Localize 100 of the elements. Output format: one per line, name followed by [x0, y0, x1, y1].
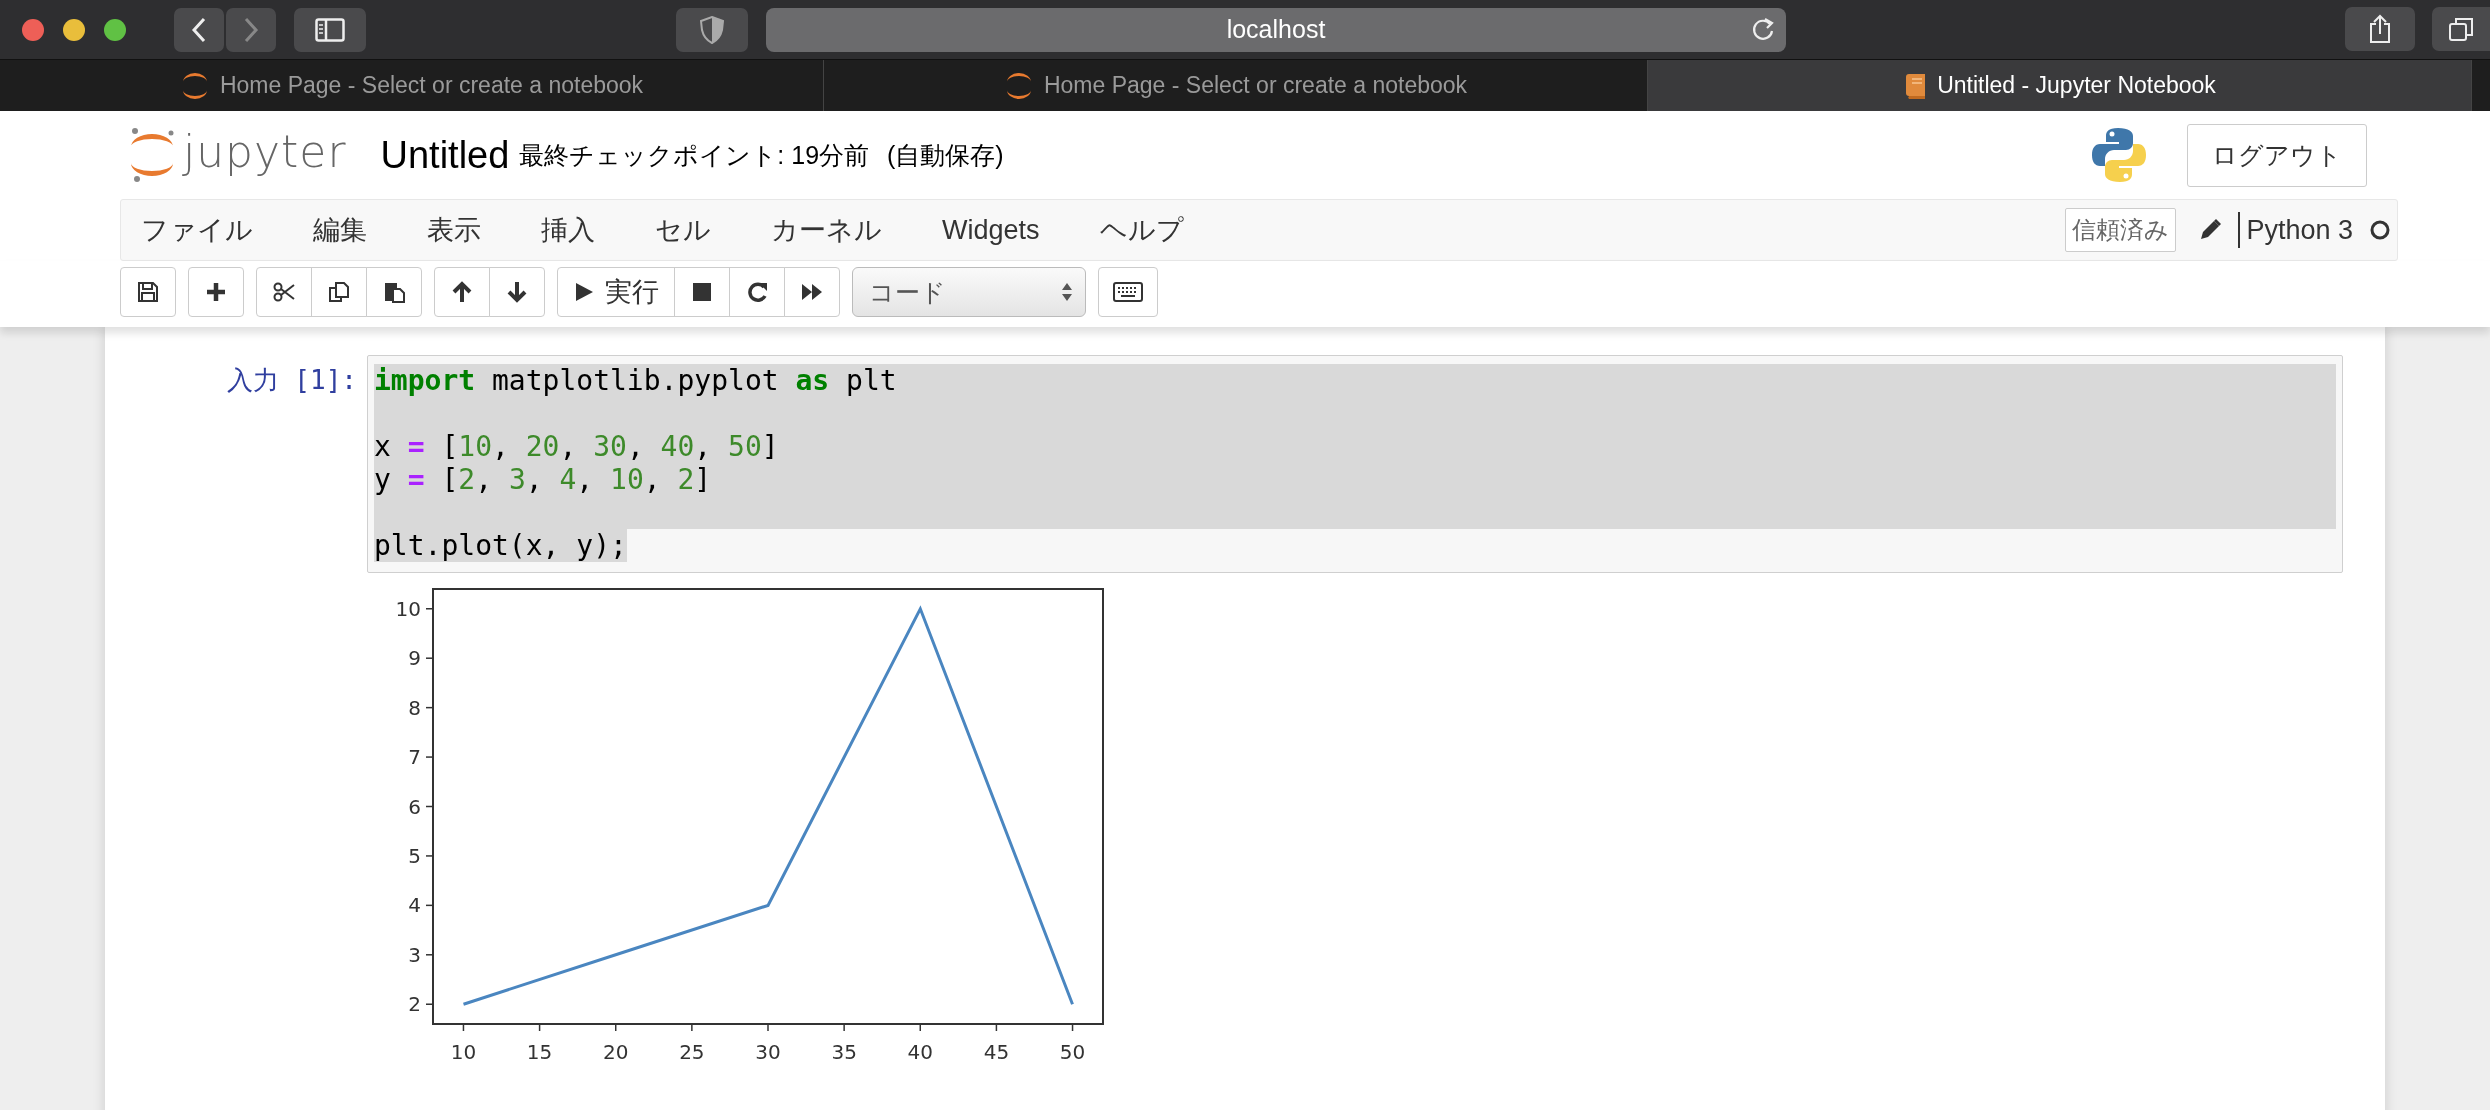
tick-mark	[425, 756, 434, 758]
insert-cell-button[interactable]	[188, 267, 244, 317]
menu-item[interactable]: 挿入	[510, 212, 624, 248]
interrupt-button[interactable]	[674, 267, 730, 317]
save-button[interactable]	[120, 267, 176, 317]
move-down-button[interactable]	[489, 267, 545, 317]
close-window-button[interactable]	[22, 18, 44, 41]
x-tick-label: 20	[603, 1040, 629, 1064]
url-text: localhost	[1226, 15, 1326, 44]
input-prompt: 入力 [1]:	[225, 364, 358, 397]
sidebar-icon	[315, 17, 345, 42]
shield-icon	[700, 15, 724, 44]
tick-mark	[425, 904, 434, 907]
chevron-right-icon	[243, 16, 259, 43]
jupyter-wordmark: jupyter	[183, 125, 347, 177]
scissors-icon	[273, 281, 295, 303]
y-tick-label: 7	[408, 745, 421, 770]
sidebar-button[interactable]	[294, 7, 366, 52]
notebook-title[interactable]: Untitled	[380, 133, 510, 177]
privacy-button[interactable]	[676, 7, 748, 52]
python-logo-icon	[2091, 126, 2147, 184]
menu-item[interactable]: 表示	[396, 212, 510, 248]
forward-button[interactable]	[226, 7, 276, 52]
play-icon	[573, 281, 595, 303]
address-bar[interactable]: localhost	[766, 7, 1786, 52]
y-tick-label: 4	[408, 893, 421, 918]
tab-title: Home Page - Select or create a notebook	[219, 72, 644, 99]
tick-mark	[1071, 1023, 1074, 1032]
book-icon	[1903, 71, 1928, 100]
menu-item[interactable]: 編集	[282, 212, 396, 248]
keyboard-shortcuts-button[interactable]	[1098, 267, 1158, 317]
x-tick-label: 45	[983, 1040, 1010, 1064]
x-tick-label: 50	[1059, 1040, 1086, 1064]
y-tick-label: 9	[408, 646, 421, 671]
copy-button[interactable]	[311, 267, 367, 317]
tick-mark	[425, 954, 434, 956]
chevron-left-icon	[191, 16, 207, 43]
restart-icon	[746, 281, 768, 303]
stop-icon	[691, 281, 713, 303]
save-icon	[137, 281, 159, 303]
reload-icon[interactable]	[1750, 16, 1776, 43]
x-tick-label: 15	[526, 1040, 553, 1064]
cell-type-select[interactable]: コード	[852, 267, 1086, 317]
trusted-indicator[interactable]: 信頼済み	[2065, 208, 2177, 252]
tick-mark	[538, 1023, 541, 1032]
arrow-up-icon	[451, 281, 473, 303]
tick-mark	[425, 805, 434, 808]
run-button[interactable]: 実行	[557, 267, 675, 317]
tabs-overview-button[interactable]	[2432, 7, 2490, 51]
menu-item[interactable]: ヘルプ	[1068, 212, 1213, 248]
x-tick-label: 25	[679, 1040, 705, 1064]
menu-item[interactable]: セル	[624, 212, 740, 248]
tick-mark	[462, 1023, 465, 1032]
cut-button[interactable]	[256, 267, 312, 317]
plus-icon	[205, 281, 227, 303]
tick-mark	[425, 855, 434, 857]
tick-mark	[919, 1023, 921, 1032]
checkpoint-status: 最終チェックポイント: 19分前	[519, 139, 870, 171]
logout-button[interactable]: ログアウト	[2187, 123, 2367, 187]
tick-mark	[615, 1023, 617, 1032]
tick-mark	[767, 1023, 769, 1032]
menu-item[interactable]: Widgets	[911, 214, 1069, 246]
y-tick-label: 5	[408, 843, 421, 868]
tick-mark	[425, 657, 434, 659]
tick-mark	[995, 1023, 998, 1032]
y-tick-label: 3	[408, 942, 421, 967]
updown-caret-icon	[1061, 281, 1073, 303]
tab-title: Untitled - Jupyter Notebook	[1937, 72, 2216, 99]
y-tick-label: 10	[395, 596, 421, 621]
kernel-name[interactable]: Python 3	[2246, 214, 2353, 246]
menu-item[interactable]: ファイル	[121, 212, 282, 248]
minimize-window-button[interactable]	[63, 18, 85, 41]
tick-mark	[425, 1003, 434, 1005]
x-tick-label: 40	[907, 1040, 933, 1064]
browser-tab[interactable]: Untitled - Jupyter Notebook	[1648, 60, 2472, 111]
fast-forward-icon	[801, 281, 823, 303]
maximize-window-button[interactable]	[104, 18, 126, 41]
share-button[interactable]	[2345, 7, 2415, 51]
run-all-button[interactable]	[784, 267, 840, 317]
tick-mark	[425, 608, 434, 610]
move-up-button[interactable]	[434, 267, 490, 317]
x-tick-label: 10	[450, 1040, 477, 1064]
copy-icon	[328, 281, 350, 303]
back-button[interactable]	[174, 7, 224, 52]
menu-item[interactable]: カーネル	[740, 212, 911, 248]
tick-mark	[691, 1023, 693, 1032]
y-tick-label: 2	[408, 992, 421, 1017]
tick-mark	[843, 1023, 845, 1032]
share-icon	[2368, 14, 2392, 44]
y-tick-label: 6	[408, 794, 421, 819]
paste-icon	[383, 281, 405, 303]
code-editor[interactable]: import matplotlib.pyplot as plt x = [10, 20, 30, 40, 50] y = [2, 3, 4, 10, 2] plt.plot(x, y);	[367, 355, 2343, 573]
y-tick-label: 8	[408, 695, 421, 720]
paste-button[interactable]	[366, 267, 422, 317]
arrow-down-icon	[506, 281, 528, 303]
tab-title: Home Page - Select or create a notebook	[1043, 72, 1468, 99]
pencil-icon[interactable]	[2198, 218, 2223, 242]
x-tick-label: 35	[831, 1040, 857, 1064]
autosave-status: (自動保存)	[887, 139, 1004, 171]
restart-button[interactable]	[729, 267, 785, 317]
